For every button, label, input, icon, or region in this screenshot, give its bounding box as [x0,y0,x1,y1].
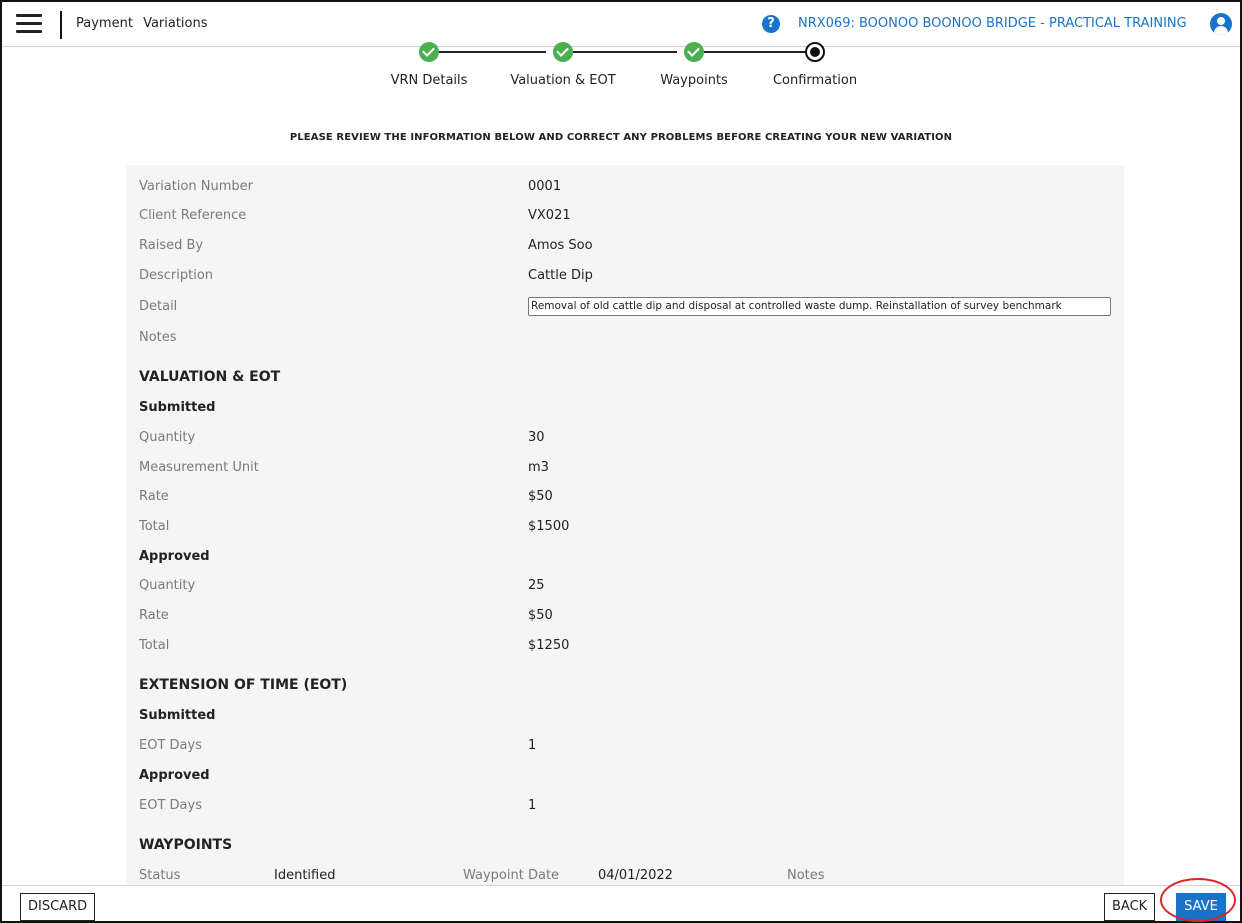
breadcrumb: Payment Variations [76,16,214,31]
help-icon[interactable]: ? [762,15,780,33]
submitted-eot-days-value: 1 [528,738,537,753]
eot-submitted-heading: Submitted [139,708,216,723]
top-bar: Payment Variations ? NRX069: BOONOO BOON… [2,2,1240,47]
field-label: Total [139,519,170,534]
field-label: Quantity [139,578,196,593]
step-waypoints[interactable]: Waypoints [660,73,728,88]
waypoint-status-label: Status [139,868,181,883]
valuation-submitted-heading: Submitted [139,400,216,415]
discard-button[interactable]: DISCARD [20,893,96,921]
breadcrumb-variations[interactable]: Variations [143,16,207,31]
back-button[interactable]: BACK [1104,893,1156,921]
field-label: EOT Days [139,738,202,753]
step-connector [573,51,677,53]
step-check-icon[interactable] [553,42,573,62]
field-label: Rate [139,608,169,623]
progress-stepper: VRN Details Valuation & EOT Waypoints Co… [2,42,1240,92]
field-label: Measurement Unit [139,460,259,475]
eot-approved-heading: Approved [139,768,210,783]
waypoint-status-value: Identified [274,868,336,883]
field-label: Quantity [139,430,196,445]
section-waypoints-title: WAYPOINTS [139,837,233,853]
field-label: Raised By [139,238,204,253]
field-label: Rate [139,489,169,504]
waypoint-notes-label: Notes [787,868,825,883]
step-check-icon[interactable] [684,42,704,62]
field-label: Variation Number [139,179,254,194]
step-vrn-details[interactable]: VRN Details [391,73,468,88]
waypoint-date-value: 04/01/2022 [598,868,673,883]
app-window: Payment Variations ? NRX069: BOONOO BOON… [0,0,1242,923]
client-reference-value: VX021 [528,208,571,223]
step-connector [704,51,805,53]
save-button[interactable]: SAVE [1176,893,1226,921]
field-label: Notes [139,330,177,345]
user-account-icon[interactable] [1210,13,1232,35]
menu-icon[interactable] [16,14,42,34]
approved-total-value: $1250 [528,638,570,653]
submitted-rate-value: $50 [528,489,553,504]
detail-textbox[interactable]: Removal of old cattle dip and disposal a… [528,297,1111,316]
field-label: EOT Days [139,798,202,813]
header-divider [60,11,62,39]
approved-eot-days-value: 1 [528,798,537,813]
breadcrumb-payment[interactable]: Payment [76,16,133,31]
section-eot-title: EXTENSION OF TIME (EOT) [139,677,348,693]
step-valuation-eot[interactable]: Valuation & EOT [510,73,615,88]
field-label: Total [139,638,170,653]
description-value: Cattle Dip [528,268,593,283]
step-connector [439,51,546,53]
step-check-icon[interactable] [419,42,439,62]
valuation-approved-heading: Approved [139,549,210,564]
field-label: Detail [139,299,178,314]
submitted-total-value: $1500 [528,519,570,534]
review-panel: Variation Number 0001 Client Reference V… [126,165,1124,885]
field-label: Client Reference [139,208,247,223]
footer-bar: DISCARD BACK SAVE [2,885,1240,921]
field-label: Description [139,268,214,283]
section-valuation-title: VALUATION & EOT [139,369,281,385]
measurement-unit-value: m3 [528,460,549,475]
raised-by-value: Amos Soo [528,238,593,253]
waypoint-date-label: Waypoint Date [463,868,560,883]
approved-quantity-value: 25 [528,578,545,593]
step-confirmation[interactable]: Confirmation [773,73,857,88]
review-notice: PLEASE REVIEW THE INFORMATION BELOW AND … [289,132,953,143]
variation-number-value: 0001 [528,179,562,194]
step-current-icon[interactable] [805,42,825,62]
submitted-quantity-value: 30 [528,430,545,445]
project-title[interactable]: NRX069: BOONOO BOONOO BRIDGE - PRACTICAL… [798,16,1187,31]
approved-rate-value: $50 [528,608,553,623]
